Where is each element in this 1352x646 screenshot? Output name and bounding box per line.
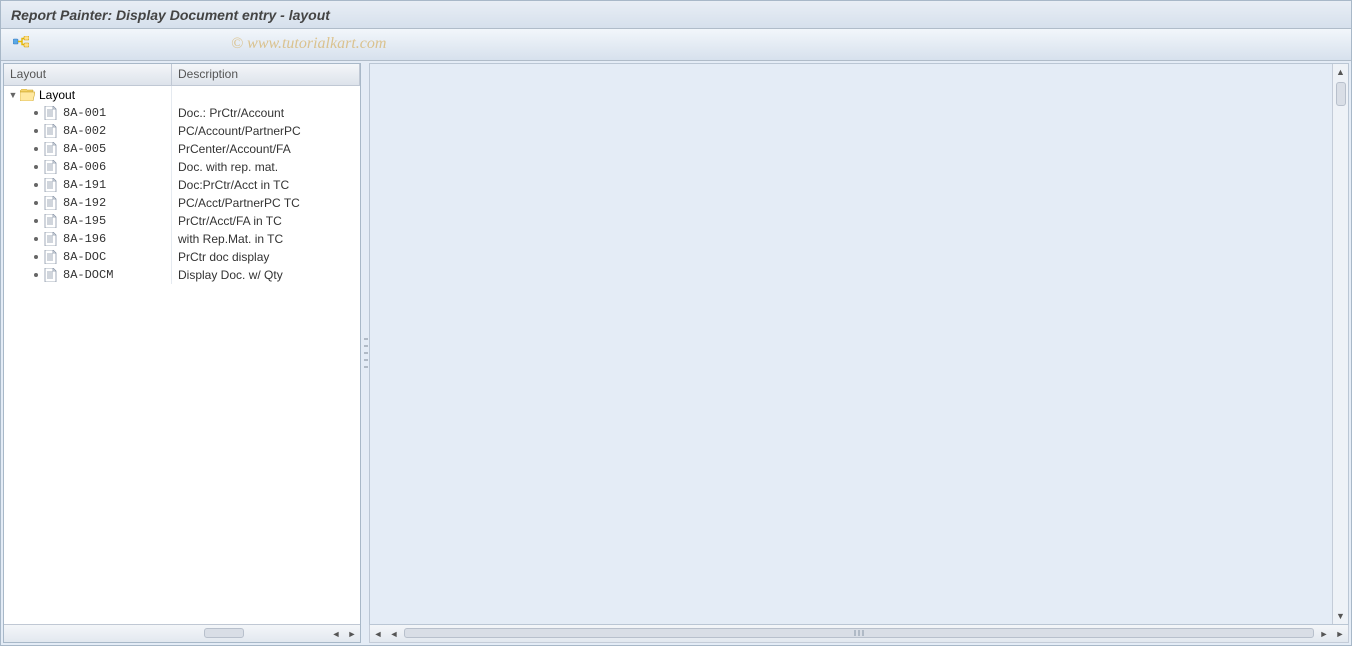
scroll-right-inner-icon[interactable]: ► [1316, 625, 1332, 643]
tree-panel: Layout Description ▼ Layout [3, 63, 361, 643]
bullet-icon [34, 129, 38, 133]
bullet-icon [34, 237, 38, 241]
tree-item-code: 8A-DOCM [63, 268, 113, 282]
tree-header: Layout Description [4, 64, 360, 86]
scroll-right-outer-icon[interactable]: ► [1332, 625, 1348, 643]
tree-root-label: Layout [39, 88, 75, 102]
scroll-left-inner-icon[interactable]: ◄ [386, 625, 402, 643]
tree-item-row[interactable]: 8A-195 PrCtr/Acct/FA in TC [4, 212, 360, 230]
document-icon [44, 124, 57, 138]
scroll-grip-icon [854, 630, 864, 636]
bullet-icon [34, 111, 38, 115]
bullet-icon [34, 219, 38, 223]
tree-item-row[interactable]: 8A-DOCM Display Doc. w/ Qty [4, 266, 360, 284]
tree-item-row[interactable]: 8A-006 Doc. with rep. mat. [4, 158, 360, 176]
tree-item-row[interactable]: 8A-192 PC/Acct/PartnerPC TC [4, 194, 360, 212]
tree-item-row[interactable]: 8A-191 Doc:PrCtr/Acct in TC [4, 176, 360, 194]
tree-item-code: 8A-192 [63, 196, 106, 210]
document-icon [44, 232, 57, 246]
tree-body: ▼ Layout 8A-001 Doc.: PrCtr/Account 8A-002… [4, 86, 360, 624]
nav-icon-button[interactable] [9, 34, 33, 56]
title-bar: Report Painter: Display Document entry -… [1, 1, 1351, 29]
bullet-icon [34, 273, 38, 277]
tree-item-row[interactable]: 8A-005 PrCenter/Account/FA [4, 140, 360, 158]
watermark-text: © www.tutorialkart.com [231, 35, 386, 53]
bullet-icon [34, 255, 38, 259]
tree-item-desc: Doc.: PrCtr/Account [172, 106, 360, 120]
app-window: Report Painter: Display Document entry -… [0, 0, 1352, 646]
tree-item-row[interactable]: 8A-001 Doc.: PrCtr/Account [4, 104, 360, 122]
tree-item-row[interactable]: 8A-002 PC/Account/PartnerPC [4, 122, 360, 140]
bullet-icon [34, 201, 38, 205]
scroll-right-icon[interactable]: ► [344, 626, 360, 642]
collapse-icon[interactable]: ▼ [8, 90, 18, 100]
tree-scroll-thumb[interactable] [204, 628, 244, 638]
flow-icon [13, 36, 29, 53]
tree-item-code: 8A-006 [63, 160, 106, 174]
tree-item-code: 8A-DOC [63, 250, 106, 264]
scroll-left-outer-icon[interactable]: ◄ [370, 625, 386, 643]
tree-items-container: 8A-001 Doc.: PrCtr/Account 8A-002 PC/Accoun… [4, 104, 360, 284]
tree-item-desc: Display Doc. w/ Qty [172, 268, 360, 282]
tree-item-desc: Doc:PrCtr/Acct in TC [172, 178, 360, 192]
tree-h-scrollbar[interactable]: ◄ ► [4, 624, 360, 642]
folder-open-icon [20, 89, 35, 101]
tree-item-desc: PrCtr/Acct/FA in TC [172, 214, 360, 228]
tree-item-row[interactable]: 8A-DOC PrCtr doc display [4, 248, 360, 266]
application-toolbar: © www.tutorialkart.com [1, 29, 1351, 61]
detail-scroll-track[interactable] [402, 625, 1316, 642]
detail-v-scrollbar[interactable]: ▲ ▼ [1332, 64, 1348, 624]
tree-item-desc: PC/Account/PartnerPC [172, 124, 360, 138]
content-body: Layout Description ▼ Layout [1, 61, 1351, 645]
tree-item-code: 8A-191 [63, 178, 106, 192]
bullet-icon [34, 183, 38, 187]
scroll-down-icon[interactable]: ▼ [1333, 608, 1349, 624]
tree-item-desc: PC/Acct/PartnerPC TC [172, 196, 360, 210]
detail-main: ▲ ▼ [369, 63, 1349, 625]
detail-h-scrollbar[interactable]: ◄ ◄ ► ► [369, 625, 1349, 643]
bullet-icon [34, 165, 38, 169]
scroll-left-icon[interactable]: ◄ [328, 626, 344, 642]
tree-item-code: 8A-195 [63, 214, 106, 228]
tree-item-code: 8A-002 [63, 124, 106, 138]
tree-item-code: 8A-001 [63, 106, 106, 120]
document-icon [44, 214, 57, 228]
tree-header-layout[interactable]: Layout [4, 64, 172, 85]
document-icon [44, 160, 57, 174]
document-icon [44, 106, 57, 120]
tree-root-row[interactable]: ▼ Layout [4, 86, 360, 104]
window-title: Report Painter: Display Document entry -… [11, 7, 330, 23]
tree-item-desc: PrCtr doc display [172, 250, 360, 264]
document-icon [44, 196, 57, 210]
tree-item-code: 8A-196 [63, 232, 106, 246]
tree-item-row[interactable]: 8A-196 with Rep.Mat. in TC [4, 230, 360, 248]
tree-header-description[interactable]: Description [172, 64, 360, 85]
splitter-grip-icon [364, 338, 368, 368]
tree-item-desc: PrCenter/Account/FA [172, 142, 360, 156]
document-icon [44, 142, 57, 156]
bullet-icon [34, 147, 38, 151]
detail-panel: ▲ ▼ ◄ ◄ ► ► [369, 63, 1349, 643]
tree-item-desc: Doc. with rep. mat. [172, 160, 360, 174]
tree-scroll-track[interactable] [4, 626, 328, 642]
document-icon [44, 250, 57, 264]
v-scroll-thumb-top[interactable] [1336, 82, 1346, 106]
document-icon [44, 178, 57, 192]
tree-item-desc: with Rep.Mat. in TC [172, 232, 360, 246]
document-icon [44, 268, 57, 282]
scroll-up-icon[interactable]: ▲ [1333, 64, 1349, 80]
tree-item-code: 8A-005 [63, 142, 106, 156]
